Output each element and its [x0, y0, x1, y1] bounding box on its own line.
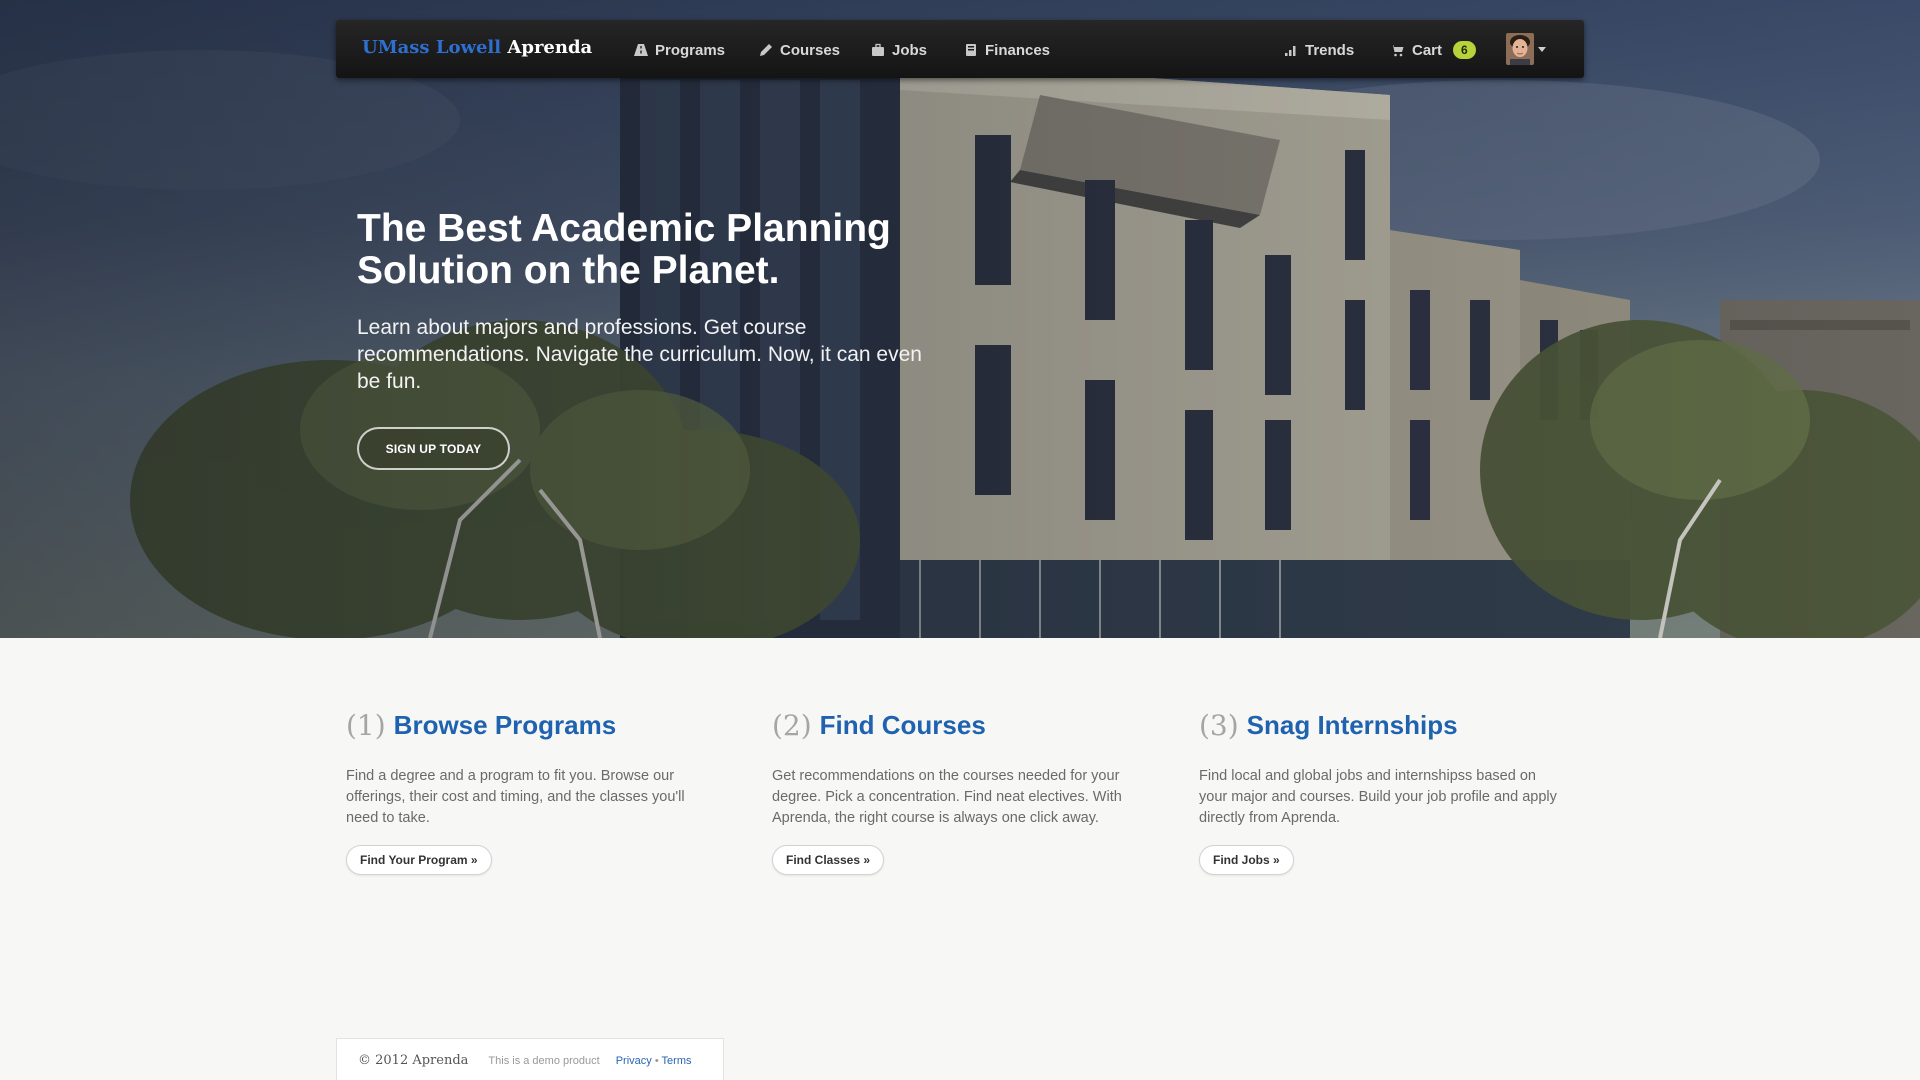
- cart-count-badge: 6: [1453, 41, 1476, 59]
- feature-number: (3): [1199, 708, 1239, 742]
- nav-item-programs[interactable]: Programs: [634, 40, 725, 60]
- privacy-link[interactable]: Privacy: [616, 1055, 652, 1067]
- feature-title: Browse Programs: [393, 709, 617, 740]
- find-classes-button[interactable]: Find Classes »: [772, 845, 885, 875]
- hero-subtitle: Learn about majors and professions. Get …: [357, 316, 922, 393]
- nav-label-programs: Programs: [655, 41, 726, 59]
- pencil-icon: [760, 44, 772, 56]
- briefcase-icon: [872, 43, 884, 56]
- brand-logo[interactable]: UMass Lowell Aprenda: [362, 37, 592, 58]
- nav-label-cart: Cart: [1412, 41, 1443, 59]
- brand-product: Aprenda: [507, 37, 593, 58]
- brand-university: UMass Lowell: [362, 37, 502, 58]
- nav-label-trends: Trends: [1305, 41, 1355, 59]
- nav-label-finances: Finances: [985, 41, 1051, 59]
- feature-title: Find Courses: [819, 709, 986, 740]
- nav-item-jobs[interactable]: Jobs: [871, 40, 927, 60]
- nav-item-trends[interactable]: Trends: [1284, 40, 1354, 60]
- nav-label-courses: Courses: [780, 41, 841, 59]
- footer-separator: •: [654, 1055, 659, 1067]
- demo-notice: This is a demo product: [488, 1055, 600, 1067]
- footer: © 2012 Aprenda This is a demo product Pr…: [336, 1038, 724, 1080]
- feature-snag-internships: (3) Snag Internships Find local and glob…: [1199, 708, 1569, 875]
- feature-browse-programs: (1) Browse Programs Find a degree and a …: [346, 708, 716, 875]
- hero-section: [0, 0, 1920, 638]
- road-icon: [634, 44, 648, 56]
- signup-button[interactable]: SIGN UP TODAY: [357, 427, 510, 470]
- feature-description: Find a degree and a program to fit you. …: [346, 768, 685, 826]
- nav-label-jobs: Jobs: [892, 41, 928, 59]
- book-icon: [966, 44, 976, 56]
- nav-item-cart[interactable]: Cart 6: [1390, 40, 1476, 60]
- find-program-button[interactable]: Find Your Program »: [346, 845, 492, 875]
- copyright-text: © 2012 Aprenda: [358, 1053, 469, 1068]
- top-navbar: UMass Lowell Aprenda Programs Courses Jo…: [336, 20, 1584, 78]
- feature-find-courses: (2) Find Courses Get recommendations on …: [772, 708, 1142, 875]
- footer-links: Privacy • Terms: [616, 1055, 692, 1067]
- hero-title: The Best Academic Planning Solution on t…: [357, 207, 891, 292]
- cart-icon: [1390, 45, 1404, 57]
- hero-overlay: [0, 0, 1920, 638]
- chevron-down-icon: [1538, 46, 1546, 52]
- bar-chart-icon: [1285, 46, 1296, 56]
- avatar: [1506, 33, 1534, 65]
- user-menu[interactable]: [1506, 33, 1546, 65]
- feature-description: Get recommendations on the courses neede…: [772, 768, 1122, 826]
- nav-item-courses[interactable]: Courses: [759, 40, 840, 60]
- feature-number: (1): [346, 708, 386, 742]
- nav-item-finances[interactable]: Finances: [964, 40, 1050, 60]
- terms-link[interactable]: Terms: [662, 1055, 692, 1067]
- feature-description: Find local and global jobs and internshi…: [1199, 768, 1557, 826]
- feature-number: (2): [772, 708, 812, 742]
- feature-title: Snag Internships: [1246, 709, 1458, 740]
- find-jobs-button[interactable]: Find Jobs »: [1199, 845, 1294, 875]
